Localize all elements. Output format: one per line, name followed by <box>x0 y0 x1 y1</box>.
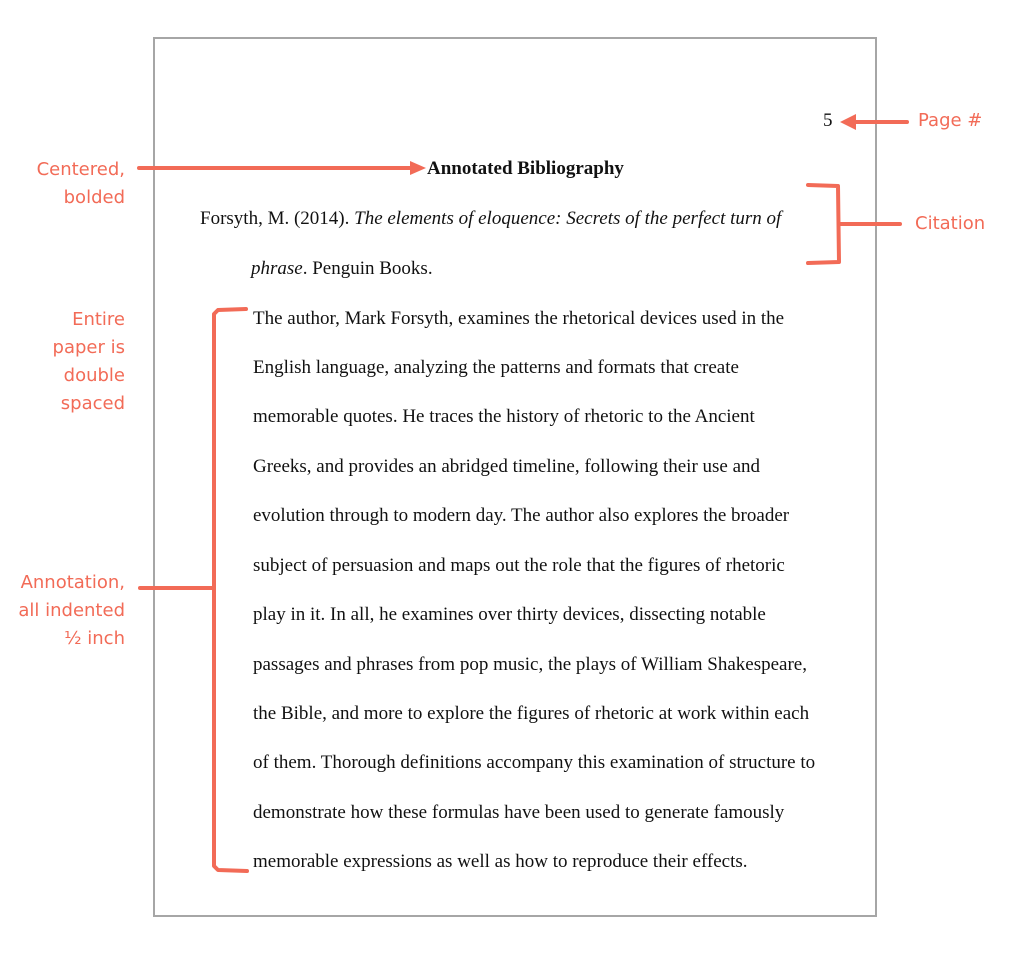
annotation-line: memorable quotes. He traces the history … <box>253 406 755 427</box>
annotation-line: play in it. In all, he examines over thi… <box>253 604 766 625</box>
callout-text: Entire <box>72 309 125 330</box>
callout-text: all indented <box>18 600 125 621</box>
annotation-line: English language, analyzing the patterns… <box>253 357 739 378</box>
annotation-line: the Bible, and more to explore the figur… <box>253 703 810 724</box>
callout-text: bolded <box>63 187 125 208</box>
annotation-line: Greeks, and provides an abridged timelin… <box>253 456 761 477</box>
callout-text: spaced <box>60 393 125 414</box>
citation-line-1: Forsyth, M. (2014). The elements of eloq… <box>200 209 781 229</box>
callout-centered-bolded: Centered, bolded <box>37 156 125 212</box>
callout-page-number: Page # <box>918 110 983 131</box>
page-number: 5 <box>823 110 833 131</box>
callout-text: Annotation, <box>20 572 125 593</box>
callout-citation: Citation <box>915 213 986 234</box>
callout-double-spaced: Entire paper is double spaced <box>53 306 125 418</box>
annotation-line: memorable expressions as well as how to … <box>253 851 748 872</box>
annotation-line: subject of persuasion and maps out the r… <box>253 555 785 576</box>
citation-title-part2: phrase <box>251 258 303 279</box>
callout-annotation-indent: Annotation, all indented ½ inch <box>18 569 125 653</box>
annotation-line: evolution through to modern day. The aut… <box>253 505 790 526</box>
annotation-line: The author, Mark Forsyth, examines the r… <box>253 308 785 329</box>
citation-title-part1: The elements of eloquence: Secrets of th… <box>354 208 782 229</box>
callout-text: paper is <box>52 337 125 358</box>
citation-publisher: . Penguin Books. <box>302 258 433 279</box>
callout-text: double <box>63 365 125 386</box>
annotation-line: passages and phrases from pop music, the… <box>253 654 807 675</box>
callout-text: Centered, <box>36 159 125 180</box>
annotation-line: demonstrate how these formulas have been… <box>253 802 785 823</box>
citation-line-2: phrase. Penguin Books. <box>251 259 433 279</box>
annotation-line: of them. Thorough definitions accompany … <box>253 752 816 773</box>
citation-author-year: Forsyth, M. (2014). <box>200 208 355 229</box>
callout-text: ½ inch <box>64 628 125 649</box>
document-title: Annotated Bibliography <box>427 158 624 179</box>
